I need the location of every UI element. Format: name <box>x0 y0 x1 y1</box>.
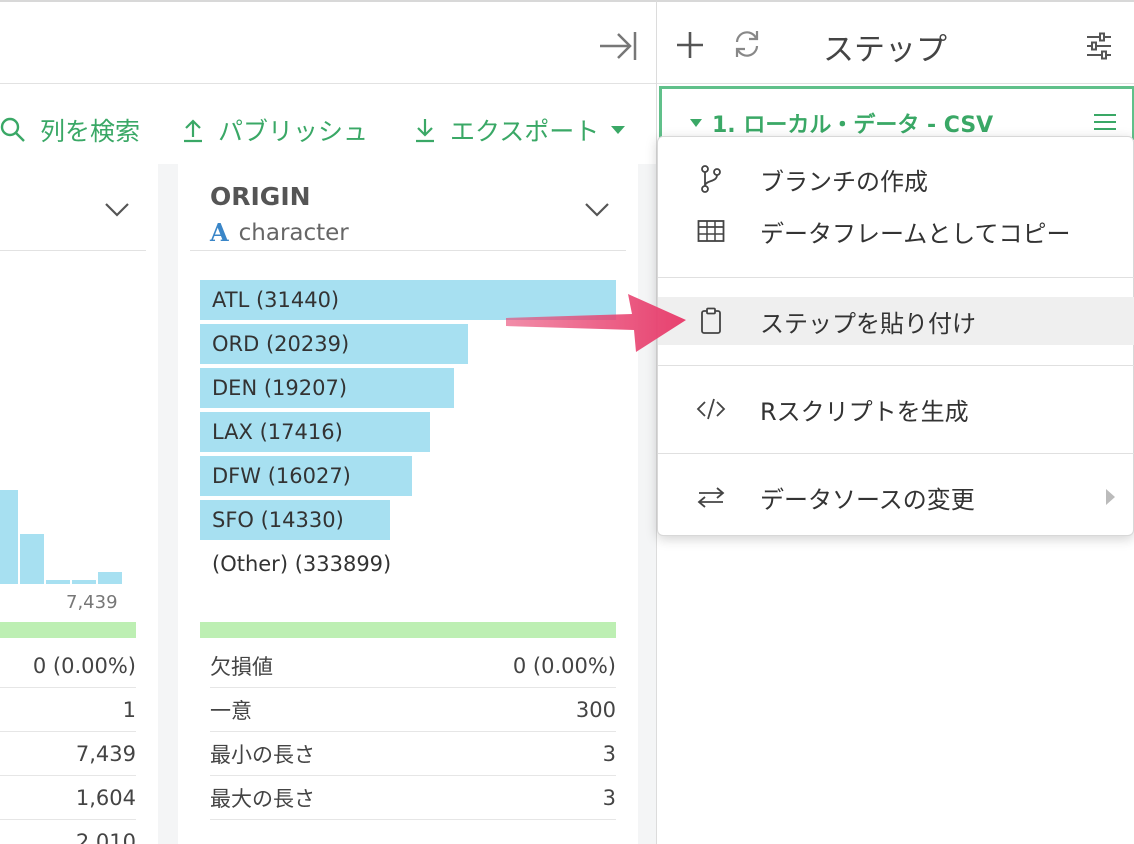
valid-ratio-bar <box>200 622 616 638</box>
other-values-label: (Other) (333899) <box>212 552 392 576</box>
value-bar-label: DEN (19207) <box>212 376 348 400</box>
stat-value: 2,010 <box>75 830 136 844</box>
steps-header: ステップ <box>657 2 1134 84</box>
menu-divider <box>658 453 1134 454</box>
refresh-icon[interactable] <box>731 28 763 60</box>
stat-value: 300 <box>575 697 616 722</box>
chevron-down-icon[interactable] <box>104 202 130 218</box>
value-bar-label: ORD (20239) <box>212 332 350 356</box>
column-type-label: character <box>238 219 349 246</box>
menu-divider <box>658 365 1134 366</box>
submenu-arrow-icon <box>1106 489 1115 505</box>
value-bar-label: DFW (16027) <box>212 464 351 488</box>
stat-value: 0 (0.00%) <box>32 653 136 678</box>
settings-sliders-icon[interactable] <box>1085 32 1113 60</box>
value-bar-label: LAX (17416) <box>212 420 343 444</box>
valid-ratio-bar <box>0 622 136 638</box>
caret-down-icon <box>611 126 626 134</box>
histogram-bar <box>46 580 70 584</box>
histogram-axis-label: 7,439 <box>66 592 118 613</box>
publish-label: パブリッシュ <box>218 117 369 146</box>
histogram-bar <box>20 534 44 584</box>
steps-title: ステップ <box>823 32 947 68</box>
swap-icon <box>696 482 726 512</box>
stat-label: 一意 <box>210 698 252 723</box>
stat-row: 欠損値 0 (0.00%) <box>210 644 616 688</box>
stat-label: 欠損値 <box>210 654 273 679</box>
menu-item-label: ステップを貼り付け <box>760 309 976 338</box>
menu-divider <box>658 277 1134 278</box>
menu-item-change-data-source[interactable]: データソースの変更 <box>658 473 1134 521</box>
stat-row: 2,010 <box>0 820 136 844</box>
stat-row: 1 <box>0 688 136 732</box>
upload-icon <box>184 119 202 143</box>
column-name: ORIGIN <box>210 182 311 211</box>
add-step-icon[interactable] <box>675 26 705 62</box>
stat-value: 3 <box>602 785 616 810</box>
export-label: エクスポート <box>450 117 600 146</box>
publish-button[interactable]: パブリッシュ <box>182 112 368 148</box>
stat-row: 最大の長さ 3 <box>210 776 616 820</box>
stat-row: 0 (0.00%) <box>0 644 136 688</box>
caret-down-icon[interactable] <box>690 119 702 127</box>
value-bar-label: SFO (14330) <box>212 508 344 532</box>
collapse-panel-icon[interactable] <box>598 26 638 66</box>
value-bar-label: ATL (31440) <box>212 288 340 312</box>
data-area: 列を検索 パブリッシュ エクスポート 7,439 0 (0.00%) 1 7,4… <box>0 0 656 844</box>
histogram-bar <box>98 572 122 584</box>
histogram-bar <box>72 580 96 584</box>
menu-item-copy-as-dataframe[interactable]: データフレームとしてコピー <box>658 207 1134 255</box>
export-button[interactable]: エクスポート <box>414 112 627 148</box>
column-header-divider <box>0 250 146 251</box>
menu-item-paste-step[interactable]: ステップを貼り付け <box>658 297 1134 345</box>
menu-item-label: Rスクリプトを生成 <box>760 397 969 426</box>
stat-row: 最小の長さ 3 <box>210 732 616 776</box>
branch-icon <box>696 164 726 194</box>
stat-value: 1,604 <box>75 785 136 810</box>
step-context-menu: ブランチの作成 データフレームとしてコピー ステップを貼り付け Rスクリプトを生… <box>657 136 1134 536</box>
stat-label: 最大の長さ <box>210 786 315 811</box>
stat-value: 3 <box>602 741 616 766</box>
column-type: A character <box>210 218 349 247</box>
step-label: 1. ローカル・データ - CSV <box>712 113 994 138</box>
stat-row: 7,439 <box>0 732 136 776</box>
hamburger-menu-icon[interactable] <box>1094 113 1116 131</box>
search-columns-button[interactable]: 列を検索 <box>0 112 140 148</box>
menu-item-label: ブランチの作成 <box>760 167 928 196</box>
stat-row: 1,604 <box>0 776 136 820</box>
stat-value: 1 <box>122 697 136 722</box>
menu-item-generate-r-script[interactable]: Rスクリプトを生成 <box>658 385 1134 433</box>
search-icon <box>0 117 25 142</box>
code-icon <box>696 394 726 424</box>
stat-label: 最小の長さ <box>210 742 315 767</box>
stat-value: 7,439 <box>75 741 136 766</box>
histogram-bar <box>0 490 18 584</box>
clipboard-icon <box>696 306 726 336</box>
column-toolbar: 列を検索 パブリッシュ エクスポート <box>0 84 656 164</box>
step-item[interactable]: 1. ローカル・データ - CSV <box>659 86 1134 140</box>
stat-value: 0 (0.00%) <box>512 653 616 678</box>
table-icon <box>696 216 726 246</box>
character-type-icon: A <box>210 218 229 247</box>
chevron-down-icon[interactable] <box>584 202 610 218</box>
menu-item-label: データソースの変更 <box>760 485 975 514</box>
search-columns-label: 列を検索 <box>40 117 141 146</box>
column-header-divider <box>190 250 626 251</box>
download-icon <box>416 119 434 143</box>
top-bar <box>0 2 656 84</box>
menu-item-create-branch[interactable]: ブランチの作成 <box>658 155 1134 203</box>
menu-item-label: データフレームとしてコピー <box>760 219 1071 248</box>
stat-row: 一意 300 <box>210 688 616 732</box>
